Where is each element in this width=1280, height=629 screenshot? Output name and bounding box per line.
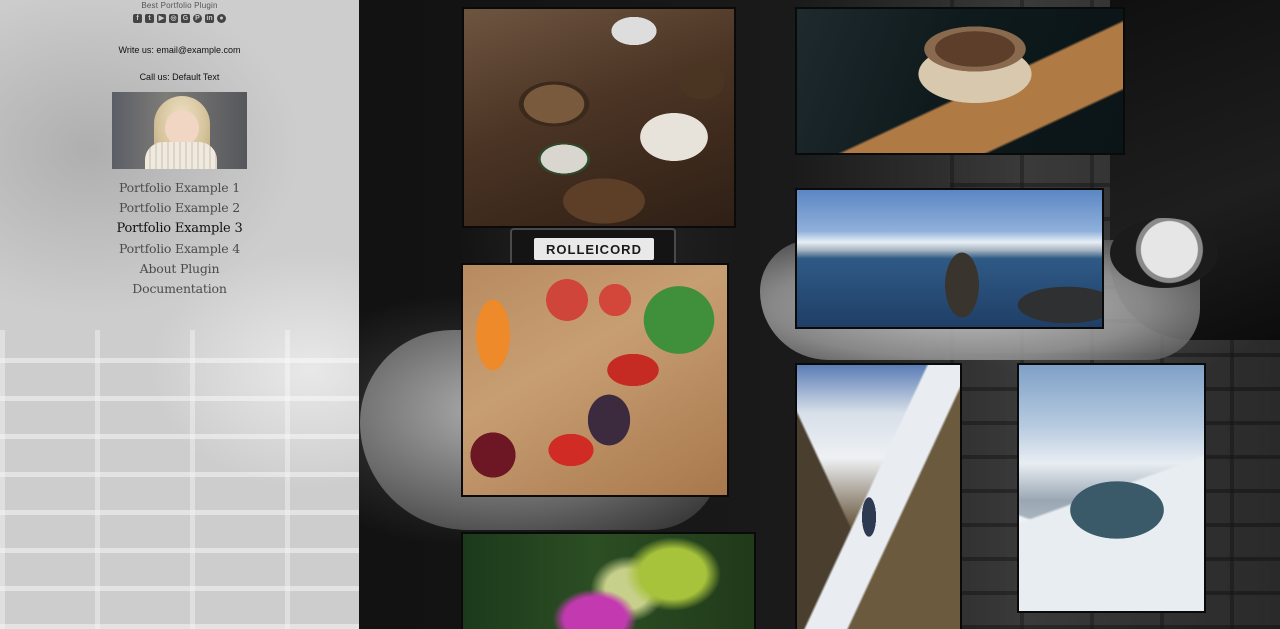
gallery-item-vegetables[interactable] [461,263,729,497]
pinterest-icon[interactable]: P [193,13,202,23]
linkedin-icon[interactable]: in [205,13,214,23]
gallery-item-color-powder[interactable] [461,532,756,629]
menu-item-about-plugin[interactable]: About Plugin [140,259,220,279]
gallery-item-coffee-cup[interactable] [795,7,1125,155]
github-icon[interactable]: ● [217,13,226,23]
avatar-face [165,110,199,146]
menu-item-portfolio-example-1[interactable]: Portfolio Example 1 [119,178,240,198]
camera: ROLLEICORD [510,228,676,268]
contact-email: Write us: email@example.com [118,45,241,55]
menu-item-portfolio-example-2[interactable]: Portfolio Example 2 [119,198,240,218]
google-plus-icon[interactable]: G [181,13,190,23]
twitter-icon[interactable]: t [145,13,154,23]
sidebar-content: Best Portfolio Plugin f t ▶ ◎ G P in ● W… [0,0,359,300]
gallery-item-mountain-lake[interactable] [795,188,1104,329]
menu-item-portfolio-example-4[interactable]: Portfolio Example 4 [119,239,240,259]
wristwatch [1110,218,1218,288]
gallery-item-food-table[interactable] [462,7,736,228]
avatar-scarf [145,142,217,169]
menu-item-portfolio-example-3[interactable]: Portfolio Example 3 [116,219,242,239]
sidebar: Best Portfolio Plugin f t ▶ ◎ G P in ● W… [0,0,359,629]
menu-item-documentation[interactable]: Documentation [132,279,227,299]
gallery-item-snowy-fjord[interactable] [1017,363,1206,613]
brand-tagline: Best Portfolio Plugin [141,1,218,10]
youtube-icon[interactable]: ▶ [157,13,166,23]
avatar [112,92,247,169]
facebook-icon[interactable]: f [133,13,142,23]
main-menu: Portfolio Example 1 Portfolio Example 2 … [116,178,242,300]
camera-label: ROLLEICORD [534,238,654,260]
social-links: f t ▶ ◎ G P in ● [133,12,226,24]
contact-phone: Call us: Default Text [139,72,220,82]
gallery-item-mountain-hiker[interactable] [795,363,962,629]
instagram-icon[interactable]: ◎ [169,13,178,23]
brick-wall-left [0,330,359,629]
